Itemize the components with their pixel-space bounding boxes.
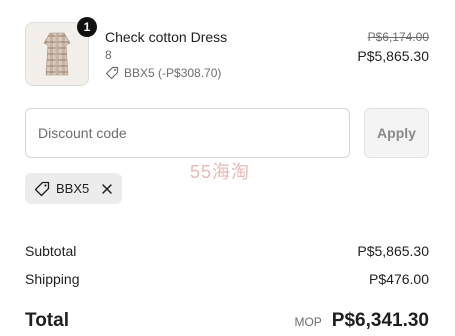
- total-amount: MOP P$6,341.30: [294, 310, 429, 332]
- tag-icon: [105, 66, 119, 80]
- product-discount-label: BBX5 (-P$308.70): [124, 66, 222, 80]
- shipping-value: P$476.00: [369, 271, 429, 287]
- subtotal-label: Subtotal: [25, 243, 77, 259]
- tag-icon: [34, 181, 50, 196]
- applied-code-label: BBX5: [56, 181, 90, 196]
- currency-code: MOP: [294, 315, 322, 329]
- original-price: P$6,174.00: [367, 30, 429, 44]
- product-name: Check cotton Dress: [105, 29, 228, 45]
- product-thumbnail: 1: [25, 17, 97, 86]
- product-variant: 8: [105, 48, 112, 62]
- apply-button[interactable]: Apply: [364, 108, 429, 158]
- product-discount-line: BBX5 (-P$308.70): [105, 66, 221, 80]
- discount-code-input[interactable]: [25, 108, 350, 158]
- watermark: 55海淘: [190, 162, 251, 182]
- shipping-label: Shipping: [25, 271, 80, 287]
- subtotal-value: P$5,865.30: [357, 243, 429, 259]
- shipping-row: Shipping P$476.00: [25, 271, 429, 287]
- quantity-badge: 1: [77, 17, 97, 37]
- close-icon[interactable]: [101, 183, 113, 195]
- total-row: Total MOP P$6,341.30: [25, 310, 429, 332]
- final-price: P$5,865.30: [357, 48, 429, 64]
- total-label: Total: [25, 310, 69, 331]
- subtotal-row: Subtotal P$5,865.30: [25, 243, 429, 259]
- remove-code-icon[interactable]: [101, 183, 113, 195]
- total-value: P$6,341.30: [331, 310, 429, 331]
- applied-discount-chip: BBX5: [25, 173, 123, 204]
